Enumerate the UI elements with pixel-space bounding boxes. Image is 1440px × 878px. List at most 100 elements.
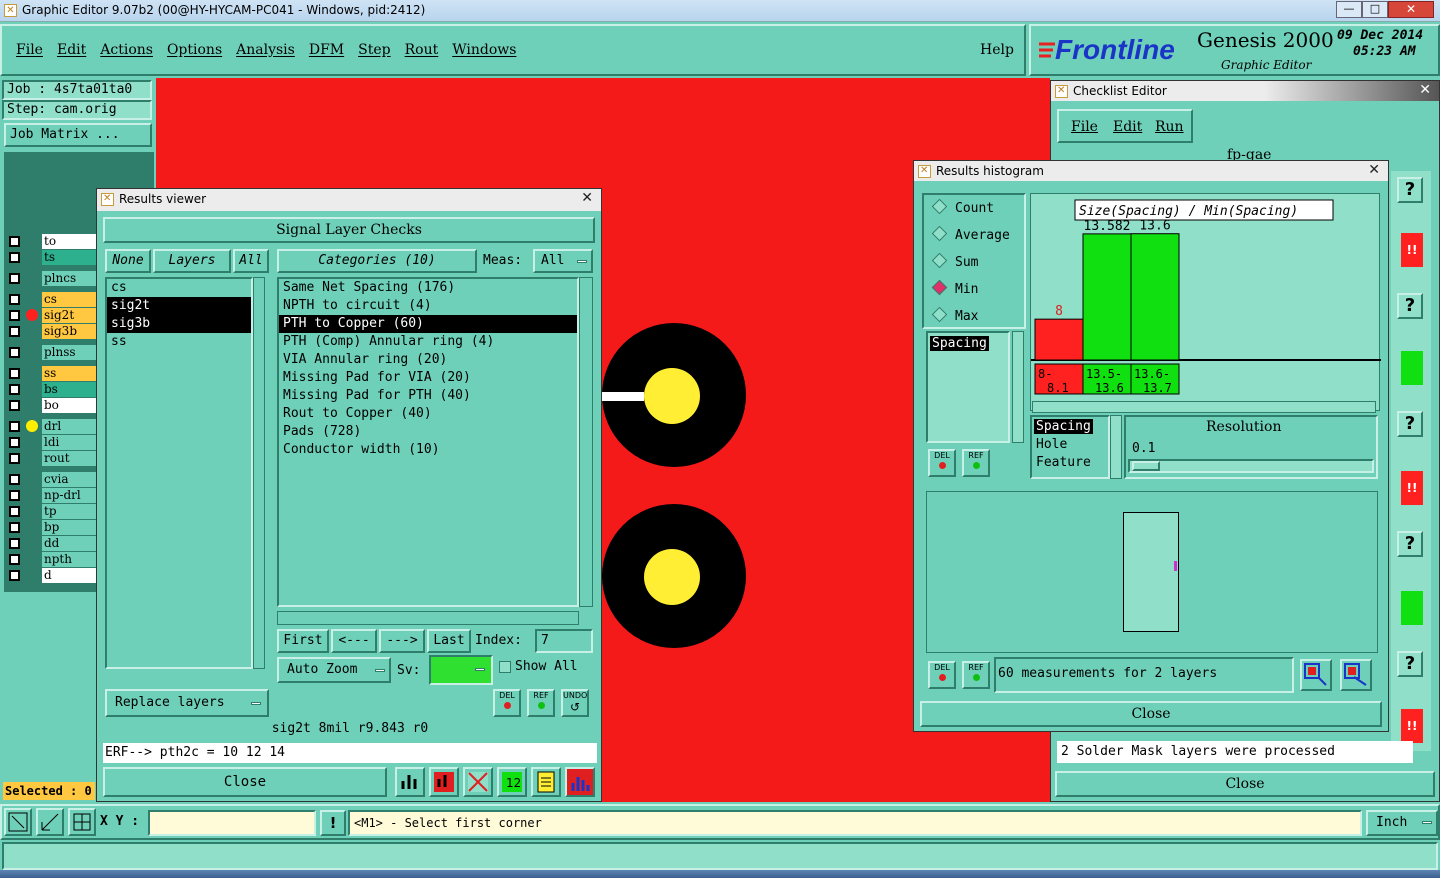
layer-checkbox[interactable] <box>9 437 20 448</box>
histogram-chart-hscroll[interactable] <box>1032 401 1376 413</box>
layer-checkbox[interactable] <box>9 538 20 549</box>
histogram-ref-button[interactable]: REF <box>962 449 990 477</box>
results-layer-item[interactable]: sig2t <box>107 297 251 315</box>
results-layer-item[interactable]: sig3b <box>107 315 251 333</box>
layer-checkbox[interactable] <box>9 236 20 247</box>
layer-checkbox[interactable] <box>9 326 20 337</box>
layer-checkbox[interactable] <box>9 347 20 358</box>
none-button[interactable]: None <box>105 249 151 273</box>
job-matrix-button[interactable]: Job Matrix ... <box>4 123 152 147</box>
checklist-menu-file[interactable]: File <box>1071 119 1098 135</box>
close-window-button[interactable]: ✕ <box>1388 1 1434 18</box>
help-icon[interactable]: ? <box>1397 531 1423 557</box>
menu-edit[interactable]: Edit <box>57 42 86 58</box>
units-dropdown[interactable]: Inch <box>1366 810 1438 836</box>
resolution-slider-thumb[interactable] <box>1132 461 1160 471</box>
chart-icon[interactable] <box>429 767 459 797</box>
layer-checkbox[interactable] <box>9 506 20 517</box>
layer-checkbox[interactable] <box>9 554 20 565</box>
results-viewer-close-icon[interactable]: ✕ <box>581 190 593 206</box>
menu-analysis[interactable]: Analysis <box>236 42 295 58</box>
layer-checkbox[interactable] <box>9 273 20 284</box>
del-button[interactable]: DEL <box>493 689 521 717</box>
layer-checkbox[interactable] <box>9 421 20 432</box>
layer-checkbox[interactable] <box>9 384 20 395</box>
histogram-del-button-2[interactable]: DEL <box>928 661 956 689</box>
index-input[interactable]: 7 <box>535 629 593 653</box>
ref-button[interactable]: REF <box>527 689 555 717</box>
sv-dropdown[interactable] <box>429 655 493 685</box>
results-close-button[interactable]: Close <box>103 767 387 797</box>
last-button[interactable]: Last <box>427 629 471 653</box>
layer-checkbox[interactable] <box>9 522 20 533</box>
category-item[interactable]: VIA Annular ring (20) <box>279 351 577 369</box>
category-item[interactable]: PTH (Comp) Annular ring (4) <box>279 333 577 351</box>
help-icon[interactable]: ? <box>1397 177 1423 203</box>
zoom-to-layer-icon[interactable] <box>1300 659 1332 691</box>
layer-checkbox[interactable] <box>9 310 20 321</box>
layer-checkbox[interactable] <box>9 252 20 263</box>
category-item[interactable]: Conductor width (10) <box>279 441 577 459</box>
help-icon[interactable]: ? <box>1397 293 1423 319</box>
layer-checkbox[interactable] <box>9 453 20 464</box>
histogram-close-button[interactable]: Close <box>920 701 1382 727</box>
histogram-close-icon[interactable]: ✕ <box>1368 162 1380 178</box>
xy-input[interactable] <box>148 810 316 836</box>
layer-checkbox[interactable] <box>9 570 20 581</box>
checklist-menu-run[interactable]: Run <box>1155 119 1184 135</box>
results-layer-item[interactable]: cs <box>107 279 251 297</box>
mode-count-radio[interactable]: Count <box>934 201 994 216</box>
layers-button[interactable]: Layers <box>153 249 231 273</box>
histogram-del-button[interactable]: DEL <box>928 449 956 477</box>
menu-dfm[interactable]: DFM <box>309 42 344 58</box>
mode-max-radio[interactable]: Max <box>934 309 978 324</box>
categories-hscroll[interactable] <box>277 611 579 625</box>
graph-icon[interactable] <box>395 767 425 797</box>
category-item[interactable]: Rout to Copper (40) <box>279 405 577 423</box>
category-item[interactable]: Same Net Spacing (176) <box>279 279 577 297</box>
mode-min-radio[interactable]: Min <box>934 282 978 297</box>
measure-list-scrollbar[interactable] <box>1012 331 1024 443</box>
layer-checkbox[interactable] <box>9 474 20 485</box>
help-icon[interactable]: ? <box>1397 411 1423 437</box>
alert-icon[interactable]: ! <box>320 810 346 836</box>
all-button[interactable]: All <box>233 249 269 273</box>
layer-checkbox[interactable] <box>9 294 20 305</box>
mode-sum-radio[interactable]: Sum <box>934 255 978 270</box>
menu-options[interactable]: Options <box>167 42 222 58</box>
menu-help[interactable]: Help <box>980 42 1014 58</box>
category-item[interactable]: NPTH to circuit (4) <box>279 297 577 315</box>
categories-vscroll[interactable] <box>579 277 593 607</box>
prev-button[interactable]: <--- <box>331 629 377 653</box>
menu-actions[interactable]: Actions <box>100 42 153 58</box>
checklist-close-icon[interactable]: ✕ <box>1419 82 1431 98</box>
undo-button[interactable]: UNDO ↺ <box>561 689 589 717</box>
menu-windows[interactable]: Windows <box>452 42 516 58</box>
results-layer-item[interactable]: ss <box>107 333 251 351</box>
layer-checkbox[interactable] <box>9 400 20 411</box>
menu-step[interactable]: Step <box>358 42 390 58</box>
auto-zoom-dropdown[interactable]: Auto Zoom <box>277 657 391 683</box>
menu-rout[interactable]: Rout <box>405 42 439 58</box>
grid-icon[interactable] <box>68 808 96 836</box>
cancel-icon[interactable] <box>463 767 493 797</box>
mode-average-radio[interactable]: Average <box>934 228 1010 243</box>
measure-spacing[interactable]: Spacing <box>930 336 989 351</box>
menu-file[interactable]: File <box>16 42 43 58</box>
zoom-to-result-icon[interactable] <box>1340 659 1372 691</box>
measure-icon[interactable] <box>36 808 64 836</box>
categories-button[interactable]: Categories (10) <box>277 249 477 273</box>
type-spacing[interactable]: Spacing <box>1034 419 1093 434</box>
category-item[interactable]: Missing Pad for PTH (40) <box>279 387 577 405</box>
report-icon[interactable] <box>531 767 561 797</box>
minimize-button[interactable]: — <box>1336 1 1362 18</box>
type-hole[interactable]: Hole <box>1034 437 1069 452</box>
checklist-menu-edit[interactable]: Edit <box>1113 119 1142 135</box>
category-item[interactable]: Missing Pad for VIA (20) <box>279 369 577 387</box>
next-button[interactable]: ---> <box>379 629 425 653</box>
meas-dropdown[interactable]: All <box>533 249 593 273</box>
zoom-area-icon[interactable] <box>4 808 32 836</box>
type-list-scrollbar[interactable] <box>1110 415 1122 479</box>
layer-checkbox[interactable] <box>9 490 20 501</box>
category-item[interactable]: Pads (728) <box>279 423 577 441</box>
